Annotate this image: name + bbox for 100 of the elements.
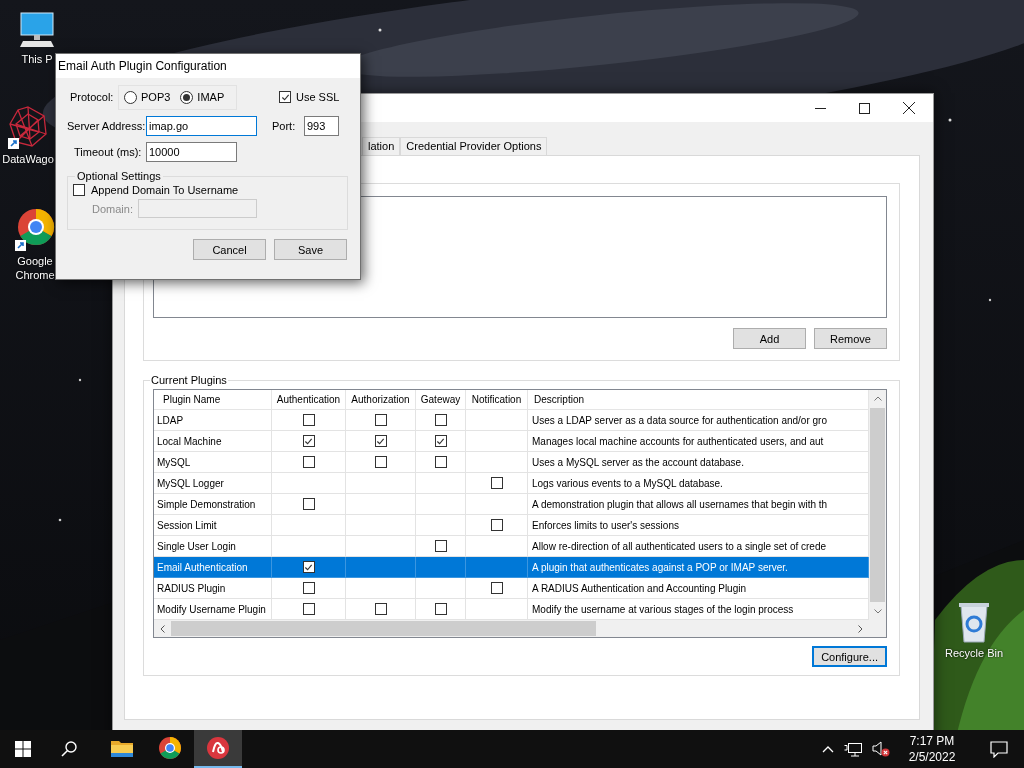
column-header[interactable]: Plugin Name [154, 390, 272, 410]
column-header[interactable]: Authentication [272, 390, 346, 410]
network-icon[interactable] [844, 741, 862, 757]
field-label: Server Address: [67, 120, 146, 132]
column-header[interactable]: Description [528, 390, 869, 410]
tab[interactable]: lation [362, 137, 401, 155]
dialog-title: Email Auth Plugin Configuration [56, 54, 360, 78]
web-pattern-icon[interactable] [6, 104, 50, 150]
radio-button[interactable]: POP3 [124, 90, 171, 104]
checkbox[interactable] [490, 582, 503, 594]
scrollbar[interactable] [869, 390, 886, 620]
table-row[interactable]: LDAP Uses a LDAP server as a data source for authentication and/or gro [154, 410, 869, 431]
tricolor-circle-icon[interactable] [13, 206, 57, 252]
tab[interactable]: Credential Provider Options [400, 137, 548, 155]
field-label: Protocol: [70, 91, 115, 103]
table-cell: LDAP [154, 410, 272, 431]
table-row[interactable]: RADIUS Plugin A RADIUS Authentication and Accounting Plugin [154, 578, 869, 599]
table-row[interactable]: MySQL Logger Logs various events to a MySQL database. [154, 473, 869, 494]
taskbar-button[interactable] [194, 730, 242, 768]
checkbox[interactable] [302, 561, 315, 573]
monitor-icon[interactable] [17, 10, 57, 50]
maximize-icon[interactable] [859, 102, 870, 114]
notification-icon[interactable] [990, 740, 1008, 758]
folder-icon[interactable] [110, 738, 134, 758]
text-field[interactable]: 993 [304, 116, 339, 136]
remove-button[interactable]: Remove [814, 328, 887, 349]
text-field[interactable]: 10000 [146, 142, 237, 162]
checkbox[interactable] [374, 435, 387, 447]
search-icon[interactable] [61, 741, 77, 757]
table-cell: Uses a LDAP server as a data source for authentication and/or gro [528, 410, 869, 431]
checkbox[interactable]: Append Domain To Username [73, 184, 239, 196]
checkbox[interactable] [490, 519, 503, 531]
table-row[interactable]: Session Limit Enforces limits to user's sessions [154, 515, 869, 536]
checkmark-icon [376, 436, 385, 446]
checkbox[interactable] [434, 435, 447, 447]
radio-button[interactable]: IMAP [180, 90, 225, 104]
table-cell: Local Machine [154, 431, 272, 452]
windows-icon[interactable] [15, 741, 31, 757]
column-header[interactable]: Notification [466, 390, 528, 410]
table-row[interactable]: MySQL Uses a MySQL server as the account database. [154, 452, 869, 473]
checkbox[interactable] [302, 414, 315, 426]
table-cell: Uses a MySQL server as the account database. [528, 452, 869, 473]
column-header[interactable]: Gateway [416, 390, 466, 410]
checkbox[interactable] [302, 435, 315, 447]
checkbox[interactable] [434, 540, 447, 552]
group-title: Current Plugins [150, 374, 228, 386]
scroll-thumb[interactable] [870, 408, 885, 602]
checkmark-icon [304, 562, 313, 572]
cancel-button[interactable]: Cancel [193, 239, 266, 260]
muted-speaker-icon[interactable] [872, 741, 890, 757]
table-cell: Simple Demonstration [154, 494, 272, 515]
table-cell: Logs various events to a MySQL database. [528, 473, 869, 494]
checkbox[interactable] [490, 477, 503, 489]
field-label: Domain: [92, 202, 134, 215]
checkbox[interactable] [434, 603, 447, 615]
table-row[interactable]: Local Machine Manages local machine accounts for authenticated users, and aut [154, 431, 869, 452]
clock-time[interactable]: 7:17 PM [909, 733, 955, 749]
configure-button[interactable]: Configure... [812, 646, 887, 667]
tricolor-circle-icon[interactable] [158, 736, 182, 760]
column-header[interactable]: Authorization [346, 390, 416, 410]
caret-right-icon[interactable] [858, 624, 863, 633]
table-cell: Enforces limits to user's sessions [528, 515, 869, 536]
group-title: Optional Settings [76, 170, 162, 182]
icon-label[interactable]: Recycle Bin [944, 646, 1004, 660]
table-cell: Email Authentication [154, 557, 272, 578]
checkbox[interactable] [374, 414, 387, 426]
close-icon[interactable] [903, 102, 915, 114]
caret-down-icon[interactable] [873, 609, 882, 614]
scroll-thumb[interactable] [171, 621, 596, 636]
table-cell: RADIUS Plugin [154, 578, 272, 599]
save-button[interactable]: Save [274, 239, 347, 260]
checkbox[interactable] [302, 582, 315, 594]
table-cell: Session Limit [154, 515, 272, 536]
icon-label[interactable]: DataWago [2, 152, 54, 166]
table-cell: A RADIUS Authentication and Accounting Plugin [528, 578, 869, 599]
checkmark-icon [436, 436, 445, 446]
checkmark-icon [280, 92, 290, 102]
clock-date[interactable]: 2/5/2022 [908, 749, 956, 765]
table-cell: Manages local machine accounts for authenticated users, and aut [528, 431, 869, 452]
icon-label[interactable]: This P [21, 52, 53, 66]
table-row[interactable]: Simple Demonstration A demonstration plugin that allows all usernames that begin with th [154, 494, 869, 515]
caret-left-icon[interactable] [160, 624, 165, 633]
checkbox[interactable] [374, 603, 387, 615]
add-button[interactable]: Add [733, 328, 806, 349]
table-cell: A plugin that authenticates against a POP or IMAP server. [528, 557, 869, 578]
field-label: Timeout (ms): [74, 146, 143, 158]
scrollbar[interactable] [154, 620, 886, 637]
checkbox[interactable]: Use SSL [279, 91, 340, 103]
checkbox[interactable] [434, 414, 447, 426]
table-row[interactable]: Email Authentication A plugin that authenticates against a POP or IMAP server. [154, 557, 869, 578]
checkbox[interactable] [302, 603, 315, 615]
table-cell: MySQL [154, 452, 272, 473]
field-label: Port: [272, 120, 297, 132]
text-field[interactable]: imap.go [146, 116, 257, 136]
checkbox[interactable] [302, 498, 315, 510]
table-cell: A demonstration plugin that allows all usernames that begin with th [528, 494, 869, 515]
checkbox[interactable] [302, 456, 315, 468]
checkbox[interactable] [434, 456, 447, 468]
round-logo-icon[interactable] [206, 736, 230, 760]
checkbox[interactable] [374, 456, 387, 468]
